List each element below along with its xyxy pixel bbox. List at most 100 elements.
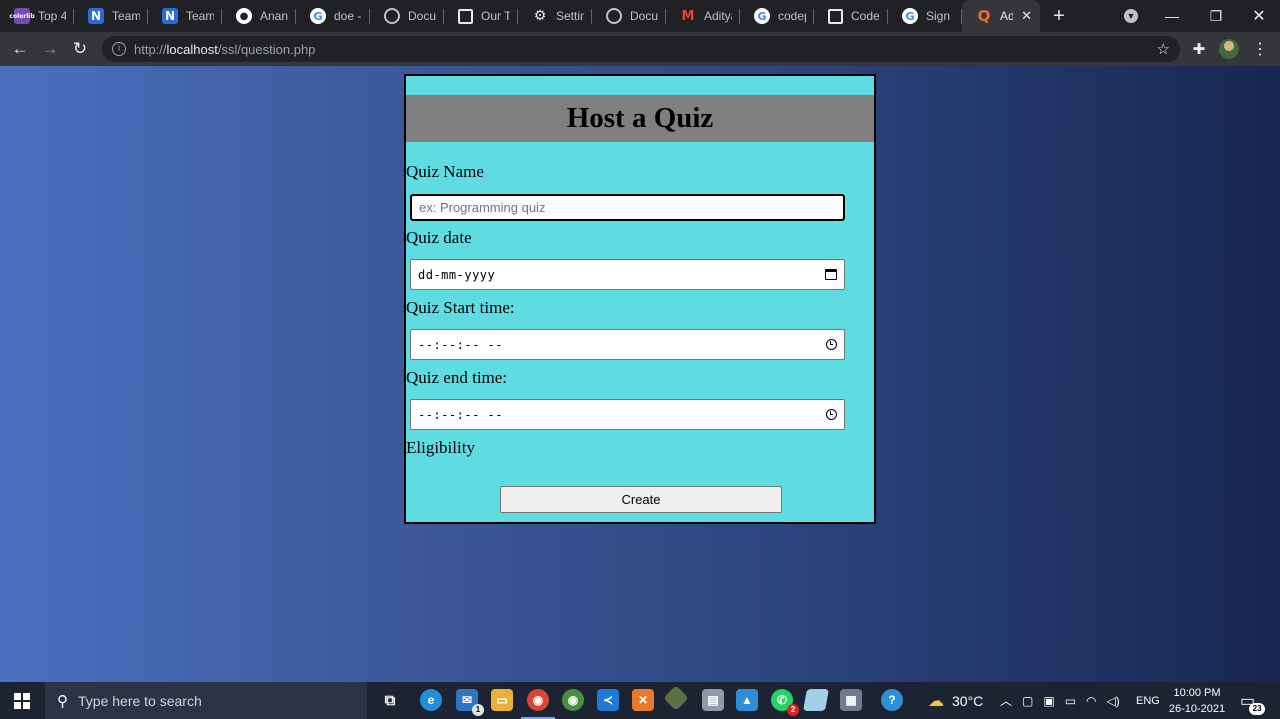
bookmark-star-icon[interactable]: ☆ — [1157, 40, 1170, 58]
file-explorer-icon[interactable]: ▭ — [491, 689, 513, 711]
clock-date: 26-10-2021 — [1168, 703, 1226, 715]
gmail-icon: M — [681, 8, 695, 24]
system-tray: ︿ ▢ ▣ ▭ ◠ ◁) — [1000, 682, 1120, 719]
xampp-icon[interactable]: ✕ — [632, 689, 654, 711]
start-time-value: --:--:-- -- — [418, 337, 503, 352]
extensions-icon[interactable]: ✚ — [1184, 34, 1214, 64]
browser-tab[interactable]: CodeP — [814, 0, 888, 32]
wifi-icon[interactable]: ◠ — [1086, 694, 1096, 708]
close-window-button[interactable]: ✕ — [1238, 0, 1280, 32]
page-background: Host a Quiz Quiz Name Quiz date dd-mm-yy… — [0, 66, 1280, 682]
weather-icon: ☁ — [928, 692, 944, 710]
browser-tab[interactable]: N Team b — [148, 0, 222, 32]
url-prefix: http:// — [134, 41, 167, 57]
vscode-icon[interactable]: ≺ — [597, 689, 619, 711]
browser-tab[interactable]: Docum — [592, 0, 666, 32]
task-view-icon[interactable]: ⧉ — [379, 689, 401, 711]
eligibility-label: Eligibility — [406, 438, 475, 457]
search-placeholder: Type here to search — [78, 692, 202, 709]
security-icon[interactable]: ▣ — [1043, 694, 1054, 708]
minimize-button[interactable]: — — [1150, 0, 1194, 32]
page-title: Host a Quiz — [406, 95, 874, 142]
calculator-icon[interactable]: ▦ — [840, 689, 862, 711]
meet-now-icon[interactable]: ▢ — [1022, 694, 1033, 708]
start-time-input[interactable]: --:--:-- -- — [410, 329, 845, 360]
quiz-date-label: Quiz date — [406, 228, 472, 247]
browser-tab[interactable]: colorlibTop 41 — [0, 0, 74, 32]
windows-start-icon[interactable] — [14, 693, 30, 709]
help-icon[interactable]: ? — [881, 689, 903, 711]
taskbar-search[interactable]: ⚲ Type here to search — [45, 682, 367, 719]
back-icon[interactable]: ← — [5, 34, 35, 64]
codepen-icon — [458, 8, 473, 24]
codepen-icon — [828, 8, 843, 24]
notes-icon[interactable] — [803, 689, 829, 711]
browser-tab[interactable]: M Aditya — [666, 0, 740, 32]
chrome-icon[interactable]: ◉ — [521, 689, 555, 719]
browser-tab[interactable]: ⚙ Setting — [518, 0, 592, 32]
tab-title: Docum — [630, 9, 658, 23]
browser-tab[interactable]: ● Anand — [222, 0, 296, 32]
clock-icon[interactable] — [826, 409, 837, 420]
github-icon: ● — [236, 8, 252, 24]
whatsapp-icon[interactable]: ✆ 2 — [771, 689, 799, 716]
edge-icon[interactable]: e — [420, 689, 442, 711]
globe-icon — [606, 8, 622, 24]
language-indicator[interactable]: ENG — [1136, 682, 1160, 719]
calendar-icon[interactable] — [825, 269, 837, 280]
browser-tab[interactable]: Docum — [370, 0, 444, 32]
site-info-icon[interactable]: i — [112, 42, 126, 56]
menu-kebab-icon[interactable]: ⋮ — [1245, 34, 1275, 64]
clock-time: 10:00 PM — [1173, 687, 1221, 699]
profile-avatar[interactable] — [1219, 39, 1239, 59]
weather-widget[interactable]: ☁ 30°C — [928, 682, 983, 719]
create-button[interactable]: Create — [500, 486, 782, 513]
taskbar-clock[interactable]: 10:00 PM 26-10-2021 — [1158, 685, 1236, 717]
mail-badge: 1 — [472, 704, 484, 716]
battery-icon[interactable]: ▭ — [1065, 694, 1076, 708]
quora-icon: Q — [977, 7, 991, 25]
google-icon: G — [902, 8, 918, 24]
notification-center[interactable]: ▭ 23 — [1240, 682, 1271, 719]
notepad-icon[interactable]: ▤ — [702, 689, 724, 711]
close-tab-icon[interactable]: ✕ — [1021, 8, 1032, 24]
tab-strip: colorlibTop 41 N Team b N Team b ● Anand Gdoe -… — [0, 0, 1280, 32]
chrome-profile-icon[interactable]: ◉ — [562, 689, 584, 711]
browser-tab[interactable]: Gdoe - G — [296, 0, 370, 32]
git-icon[interactable] — [663, 685, 689, 711]
notion-icon: N — [162, 8, 178, 24]
mail-icon[interactable]: ✉ 1 — [456, 689, 484, 716]
end-time-input[interactable]: --:--:-- -- — [410, 399, 845, 430]
tab-title: Setting — [556, 9, 584, 23]
tab-title: Team b — [186, 9, 214, 23]
quiz-name-input[interactable] — [419, 200, 836, 215]
address-bar[interactable]: i http://localhost/ssl/question.php ☆ — [102, 36, 1180, 62]
photos-icon[interactable]: ▲ — [736, 689, 758, 711]
quiz-form: Host a Quiz Quiz Name Quiz date dd-mm-yy… — [404, 74, 876, 524]
quiz-date-input[interactable]: dd-mm-yyyy — [410, 259, 845, 290]
forward-icon[interactable]: → — [35, 34, 65, 64]
clock-icon[interactable] — [826, 339, 837, 350]
google-icon: G — [310, 8, 326, 24]
gear-icon: ⚙ — [533, 8, 547, 24]
browser-tab[interactable]: Our Te — [444, 0, 518, 32]
notion-icon: N — [88, 8, 104, 24]
browser-tab[interactable]: Q Ad ✕ — [962, 0, 1040, 32]
tab-title: Our Te — [481, 9, 510, 23]
restore-button[interactable]: ❐ — [1194, 0, 1238, 32]
browser-tab[interactable]: N Team b — [74, 0, 148, 32]
chevron-up-icon[interactable]: ︿ — [1000, 692, 1012, 709]
browser-tab[interactable]: G Sign in — [888, 0, 962, 32]
start-time-label: Quiz Start time: — [406, 298, 515, 317]
browser-tab[interactable]: Gcodepe — [740, 0, 814, 32]
tab-search-icon[interactable]: ▼ — [1118, 0, 1144, 32]
google-icon: G — [754, 8, 770, 24]
reload-icon[interactable]: ↻ — [65, 34, 95, 64]
tab-title: Team b — [112, 9, 140, 23]
new-tab-button[interactable]: + — [1040, 0, 1078, 32]
tab-title: Top 41 — [38, 9, 66, 23]
quiz-date-value: dd-mm-yyyy — [418, 267, 496, 282]
quiz-name-field[interactable] — [410, 194, 845, 221]
volume-icon[interactable]: ◁) — [1107, 694, 1120, 708]
tab-title: Sign in — [926, 9, 954, 23]
